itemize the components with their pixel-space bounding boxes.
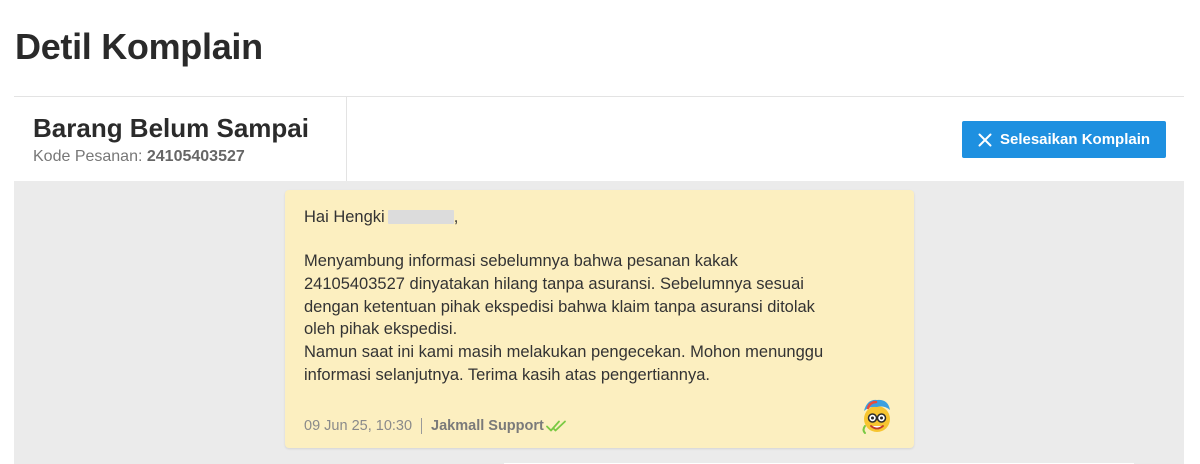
order-code: Kode Pesanan: 24105403527 <box>33 148 245 166</box>
order-code-value: 24105403527 <box>146 148 245 165</box>
support-mascot-avatar-icon <box>862 399 890 434</box>
message-sender: Jakmall Support <box>431 418 544 434</box>
message-line: Namun saat ini kami masih melakukan peng… <box>304 343 824 362</box>
complaint-summary: Barang Belum Sampai Kode Pesanan: 241054… <box>14 97 347 181</box>
message-line: oleh pihak ekspedisi. <box>304 320 458 339</box>
complaint-card: Barang Belum Sampai Kode Pesanan: 241054… <box>14 96 1184 464</box>
message-bubble: Hai Hengki, Menyambung informasi sebelum… <box>285 190 914 448</box>
message-greeting: Hai Hengki, <box>304 206 458 228</box>
page-title: Detil Komplain <box>15 26 263 67</box>
redacted-name <box>387 210 454 224</box>
complaint-title: Barang Belum Sampai <box>33 113 309 143</box>
finish-complaint-label: Selesaikan Komplain <box>999 131 1151 148</box>
message-body: Menyambung informasi sebelumnya bahwa pe… <box>304 250 904 387</box>
finish-complaint-button[interactable]: Selesaikan Komplain <box>962 121 1166 158</box>
meta-divider <box>421 418 423 434</box>
message-line: 24105403527 dinyatakan hilang tanpa asur… <box>304 274 804 293</box>
double-check-icon <box>545 420 566 432</box>
greeting-suffix: , <box>453 208 459 226</box>
chat-thread[interactable]: Hai Hengki, Menyambung informasi sebelum… <box>14 181 1184 464</box>
greeting-text: Hai Hengki <box>304 208 385 226</box>
complaint-header: Barang Belum Sampai Kode Pesanan: 241054… <box>14 97 1184 181</box>
message-line: dengan ketentuan pihak ekspedisi bahwa k… <box>304 297 815 316</box>
order-code-label: Kode Pesanan: <box>33 148 143 165</box>
message-line: informasi selanjutnya. Terima kasih atas… <box>304 365 710 384</box>
message-meta: 09 Jun 25, 10:30 Jakmall Support <box>304 418 568 434</box>
close-icon <box>978 133 992 146</box>
message-line: Menyambung informasi sebelumnya bahwa pe… <box>304 252 738 270</box>
message-timestamp: 09 Jun 25, 10:30 <box>304 418 413 434</box>
